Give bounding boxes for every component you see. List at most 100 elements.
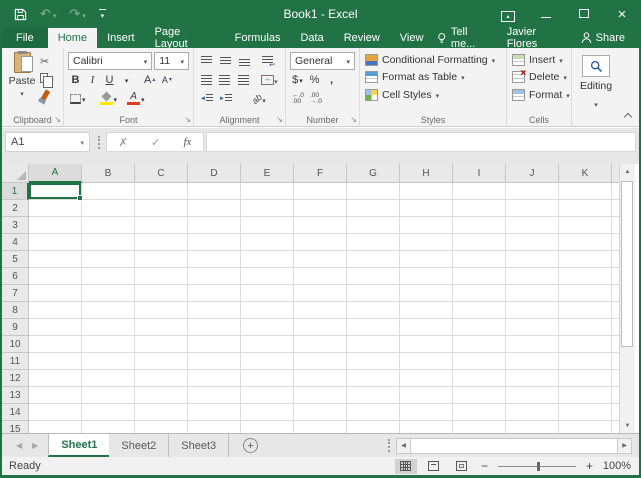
tab-file[interactable]: File (2, 28, 48, 48)
cell-A15[interactable] (29, 421, 82, 433)
cell-F15[interactable] (294, 421, 347, 433)
cell-E5[interactable] (241, 251, 294, 268)
undo-button[interactable] (40, 8, 56, 20)
column-header-C[interactable]: C (135, 164, 188, 183)
decrease-font-size-button[interactable]: A▾ (159, 71, 174, 88)
row-header-7[interactable]: 7 (2, 285, 29, 302)
increase-font-size-button[interactable]: A▴ (142, 71, 157, 88)
cell-J3[interactable] (506, 217, 559, 234)
cell-J8[interactable] (506, 302, 559, 319)
bottom-align-button[interactable] (236, 53, 253, 69)
row-header-6[interactable]: 6 (2, 268, 29, 285)
cell-I12[interactable] (453, 370, 506, 387)
tab-data[interactable]: Data (290, 28, 333, 48)
cell-partial[interactable] (612, 234, 619, 251)
cell-G5[interactable] (347, 251, 400, 268)
row-header-1[interactable]: 1 (2, 183, 29, 200)
cell-G12[interactable] (347, 370, 400, 387)
cell-H11[interactable] (400, 353, 453, 370)
cell-F8[interactable] (294, 302, 347, 319)
cell-K6[interactable] (559, 268, 612, 285)
cell-I11[interactable] (453, 353, 506, 370)
cell-partial[interactable] (612, 251, 619, 268)
cell-C14[interactable] (135, 404, 188, 421)
column-header-A[interactable]: A (29, 164, 82, 183)
scroll-left-icon[interactable] (397, 439, 410, 453)
cell-H4[interactable] (400, 234, 453, 251)
row-header-3[interactable]: 3 (2, 217, 29, 234)
increase-decimal-button[interactable]: ←.0.00 (290, 93, 306, 105)
save-button[interactable] (14, 8, 27, 21)
cell-C13[interactable] (135, 387, 188, 404)
row-header-12[interactable]: 12 (2, 370, 29, 387)
cell-G11[interactable] (347, 353, 400, 370)
font-dialog-launcher[interactable] (184, 115, 191, 124)
cell-H6[interactable] (400, 268, 453, 285)
cut-button[interactable] (40, 54, 54, 67)
cell-I4[interactable] (453, 234, 506, 251)
cell-B9[interactable] (82, 319, 135, 336)
cell-D15[interactable] (188, 421, 241, 433)
cell-E15[interactable] (241, 421, 294, 433)
sheet-tab-sheet2[interactable]: Sheet2 (109, 434, 169, 457)
cell-E8[interactable] (241, 302, 294, 319)
next-sheet-icon[interactable] (32, 441, 38, 450)
cell-J6[interactable] (506, 268, 559, 285)
cell-B10[interactable] (82, 336, 135, 353)
borders-button[interactable] (68, 90, 88, 107)
row-header-15[interactable]: 15 (2, 421, 29, 433)
cell-C9[interactable] (135, 319, 188, 336)
cell-A3[interactable] (29, 217, 82, 234)
cell-G8[interactable] (347, 302, 400, 319)
cell-B12[interactable] (82, 370, 135, 387)
cell-G14[interactable] (347, 404, 400, 421)
row-header-10[interactable]: 10 (2, 336, 29, 353)
merge-center-button[interactable] (258, 72, 281, 88)
fill-handle[interactable] (77, 195, 83, 201)
cell-partial[interactable] (612, 200, 619, 217)
collapse-ribbon-button[interactable] (624, 113, 632, 121)
cell-G7[interactable] (347, 285, 400, 302)
cell-D9[interactable] (188, 319, 241, 336)
column-header-F[interactable]: F (294, 164, 347, 183)
cell-K10[interactable] (559, 336, 612, 353)
decrease-indent-button[interactable]: ◄ (198, 91, 215, 107)
cell-F11[interactable] (294, 353, 347, 370)
sheet-tab-sheet3[interactable]: Sheet3 (169, 434, 229, 457)
cell-F1[interactable] (294, 183, 347, 200)
cell-H13[interactable] (400, 387, 453, 404)
underline-options-button[interactable] (119, 71, 134, 88)
cell-B15[interactable] (82, 421, 135, 433)
number-dialog-launcher[interactable] (350, 115, 357, 124)
enter-icon[interactable] (151, 133, 160, 151)
underline-button[interactable]: U (102, 71, 117, 88)
cell-G1[interactable] (347, 183, 400, 200)
top-align-button[interactable] (198, 53, 215, 69)
cell-C3[interactable] (135, 217, 188, 234)
cell-C12[interactable] (135, 370, 188, 387)
select-all-button[interactable] (2, 164, 29, 183)
cell-C11[interactable] (135, 353, 188, 370)
cell-B5[interactable] (82, 251, 135, 268)
cell-H10[interactable] (400, 336, 453, 353)
column-header-H[interactable]: H (400, 164, 453, 183)
tab-review[interactable]: Review (334, 28, 390, 48)
delete-cells-button[interactable]: Delete (509, 69, 569, 87)
row-header-14[interactable]: 14 (2, 404, 29, 421)
cell-E11[interactable] (241, 353, 294, 370)
cell-K1[interactable] (559, 183, 612, 200)
cell-I2[interactable] (453, 200, 506, 217)
cell-C7[interactable] (135, 285, 188, 302)
cell-J7[interactable] (506, 285, 559, 302)
cell-B7[interactable] (82, 285, 135, 302)
row-header-11[interactable]: 11 (2, 353, 29, 370)
column-header-E[interactable]: E (241, 164, 294, 183)
cell-K4[interactable] (559, 234, 612, 251)
cell-E10[interactable] (241, 336, 294, 353)
cell-partial[interactable] (612, 387, 619, 404)
cell-H9[interactable] (400, 319, 453, 336)
cell-A14[interactable] (29, 404, 82, 421)
cell-partial[interactable] (612, 404, 619, 421)
cell-partial[interactable] (612, 336, 619, 353)
cell-B8[interactable] (82, 302, 135, 319)
